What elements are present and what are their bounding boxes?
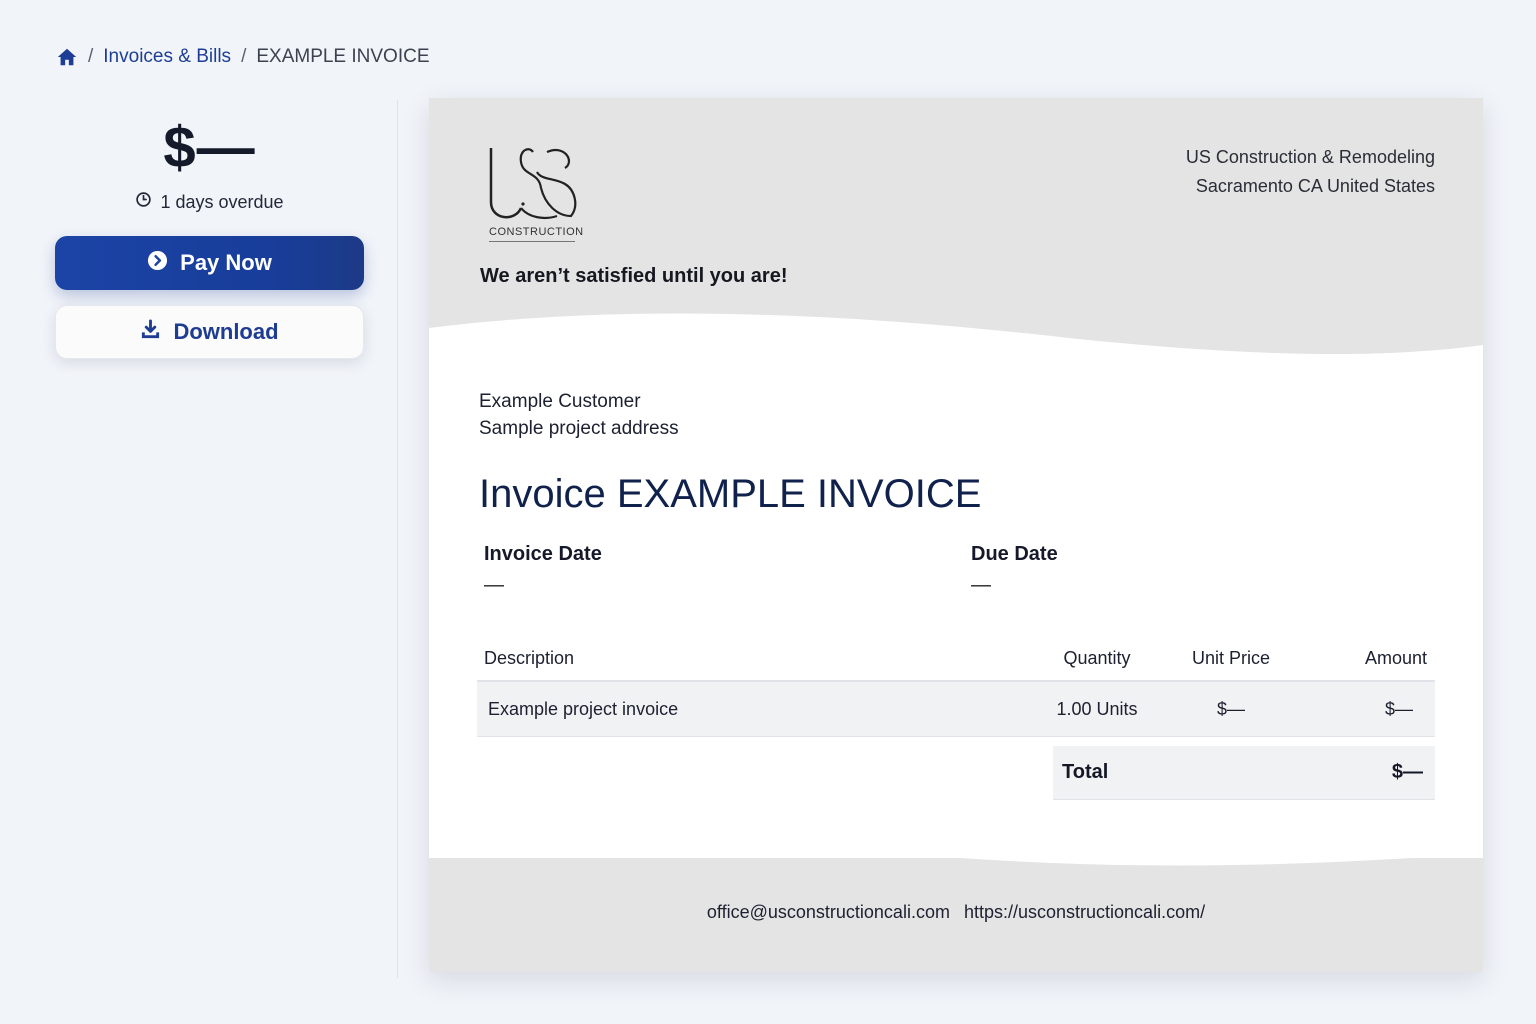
footer-website: https://usconstructioncali.com/ — [963, 902, 1206, 922]
footer-wave — [429, 818, 1483, 866]
table-header: Description Quantity Unit Price Amount — [477, 636, 1435, 682]
invoice-date-value: — — [484, 574, 504, 596]
item-description: Example project invoice — [488, 698, 679, 719]
company-info: US Construction & Remodeling Sacramento … — [1186, 143, 1435, 201]
column-quantity: Quantity — [1063, 647, 1131, 668]
pay-now-button[interactable]: Pay Now — [55, 236, 364, 290]
total-value: $— — [1391, 761, 1423, 783]
breadcrumb-invoices-bills-link[interactable]: Invoices & Bills — [103, 46, 231, 68]
column-amount: Amount — [1364, 647, 1427, 668]
customer-info: Example Customer Sample project address — [479, 388, 679, 442]
item-amount: $— — [1384, 698, 1413, 719]
breadcrumb-separator: / — [241, 46, 247, 67]
due-date-block: Due Date — — [971, 543, 1058, 597]
home-icon[interactable] — [56, 46, 78, 68]
invoice-total: Total $— — [1053, 746, 1435, 800]
clock-icon — [135, 191, 152, 213]
due-date-value: — — [971, 574, 991, 596]
logo-underline — [489, 241, 575, 242]
item-quantity: 1.00 Units — [1056, 698, 1138, 719]
logo-wordmark: CONSTRUCTION — [489, 226, 584, 238]
amount-due: $— — [163, 115, 256, 180]
pay-now-label: Pay Now — [180, 250, 272, 275]
breadcrumb-separator: / — [88, 46, 94, 67]
line-items-table: Description Quantity Unit Price Amount E… — [477, 636, 1435, 737]
total-label: Total — [1062, 761, 1109, 783]
invoice-document: CONSTRUCTION We aren’t satisfied until y… — [429, 98, 1483, 972]
invoice-footer-contact: office@usconstructioncali.com https://us… — [429, 902, 1483, 923]
download-button[interactable]: Download — [55, 305, 364, 359]
footer-email: office@usconstructioncali.com — [706, 902, 950, 922]
download-label: Download — [173, 319, 279, 344]
breadcrumb-current: EXAMPLE INVOICE — [256, 46, 430, 67]
column-unit-price: Unit Price — [1191, 647, 1271, 668]
invoice-date-label: Invoice Date — [484, 543, 602, 565]
company-tagline: We aren’t satisfied until you are! — [480, 265, 788, 287]
invoice-date-block: Invoice Date — — [484, 543, 602, 597]
column-description: Description — [484, 647, 575, 668]
customer-address: Sample project address — [479, 418, 679, 439]
header-wave — [429, 313, 1483, 373]
item-unit-price: $— — [1216, 698, 1245, 719]
overdue-text: 1 days overdue — [160, 191, 284, 212]
company-location: Sacramento CA United States — [1195, 176, 1435, 196]
breadcrumb: / Invoices & Bills / EXAMPLE INVOICE — [56, 46, 430, 68]
due-date-label: Due Date — [971, 543, 1058, 565]
invoice-summary-sidebar: $— 1 days overdue Pay Now Download — [55, 100, 364, 359]
vertical-divider — [397, 100, 398, 978]
company-name: US Construction & Remodeling — [1185, 147, 1435, 167]
overdue-status: 1 days overdue — [135, 191, 284, 213]
arrow-circle-right-icon — [147, 250, 168, 277]
customer-name: Example Customer — [479, 391, 641, 412]
invoice-title: Invoice EXAMPLE INVOICE — [479, 472, 982, 516]
table-row: Example project invoice 1.00 Units $— $— — [477, 682, 1435, 737]
download-icon — [140, 318, 161, 346]
